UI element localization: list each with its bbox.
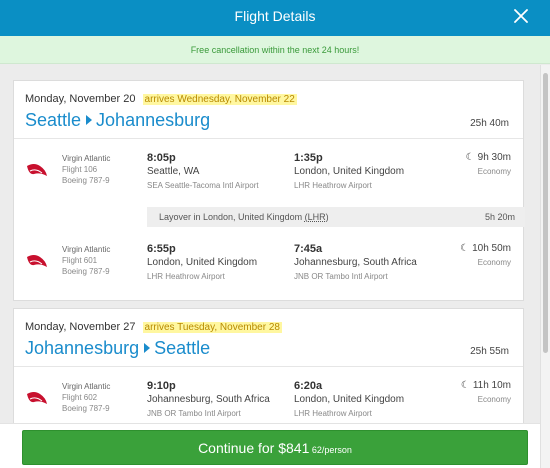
trip-total-duration: 25h 40m [470, 118, 509, 129]
arrival-place: Johannesburg, South Africa [294, 257, 417, 268]
layover-text: Layover in London, United Kingdom [159, 212, 303, 222]
trip-total-duration: 25h 55m [470, 346, 509, 357]
airline-info: Virgin Atlantic Flight 601 Boeing 787-9 [62, 244, 110, 277]
divider [14, 366, 523, 367]
modal-title: Flight Details [234, 8, 316, 24]
leg-duration: 9h 30m [477, 152, 511, 163]
route-destination: Seattle [154, 338, 211, 358]
arrival-block: 6:20a London, United Kingdom LHR Heathro… [294, 379, 444, 421]
total-price: $841 [278, 440, 310, 456]
trip-date: Monday, November 27 arrives Tuesday, Nov… [25, 321, 282, 333]
close-icon [514, 9, 528, 23]
flight-number: Flight 106 [62, 165, 98, 174]
itinerary-scroll-area[interactable]: Monday, November 20 arrives Wednesday, N… [0, 65, 540, 468]
departure-place: London, United Kingdom [147, 257, 258, 268]
flight-number: Flight 602 [62, 393, 98, 402]
departure-block: 8:05p Seattle, WA SEA Seattle-Tacoma Int… [147, 151, 287, 193]
airline-info: Virgin Atlantic Flight 106 Boeing 787-9 [62, 153, 110, 186]
continue-label: Continue for [198, 440, 279, 456]
leg-duration-block: ☾ 10h 50m Economy [460, 242, 511, 270]
departure-time: 9:10p [147, 380, 176, 392]
departure-date: Monday, November 20 [25, 93, 136, 105]
departure-date: Monday, November 27 [25, 321, 136, 333]
arrival-airport: JNB OR Tambo Intl Airport [294, 272, 388, 281]
airline-name: Virgin Atlantic [62, 245, 111, 254]
modal-header: Flight Details [0, 0, 550, 36]
leg-duration-block: ☾ 11h 10m Economy [461, 379, 511, 407]
departure-airport: JNB OR Tambo Intl Airport [147, 409, 241, 418]
virgin-atlantic-logo-icon [27, 255, 47, 267]
scrollbar[interactable] [540, 65, 550, 468]
route-arrow-icon [144, 343, 151, 353]
arrival-time: 1:35p [294, 152, 323, 164]
arrival-note: arrives Tuesday, November 28 [142, 322, 282, 333]
trip-date: Monday, November 20 arrives Wednesday, N… [25, 93, 297, 105]
scrollbar-thumb[interactable] [543, 73, 548, 353]
layover-airport-code[interactable]: (LHR) [305, 212, 329, 222]
virgin-atlantic-logo-icon [27, 164, 47, 176]
aircraft-type: Boeing 787-9 [62, 404, 110, 413]
close-button[interactable] [494, 0, 550, 36]
aircraft-type: Boeing 787-9 [62, 176, 110, 185]
flight-leg: Virgin Atlantic Flight 106 Boeing 787-9 … [14, 149, 525, 199]
airline-name: Virgin Atlantic [62, 154, 111, 163]
departure-time: 6:55p [147, 243, 176, 255]
airline-info: Virgin Atlantic Flight 602 Boeing 787-9 [62, 381, 110, 414]
overnight-moon-icon: ☾ [465, 152, 475, 163]
overnight-moon-icon: ☾ [460, 243, 470, 254]
trip-route: Seattle Johannesburg [25, 110, 210, 131]
arrival-airport: LHR Heathrow Airport [294, 181, 372, 190]
leg-duration: 10h 50m [472, 243, 511, 254]
route-arrow-icon [86, 115, 93, 125]
trip-card-outbound: Monday, November 20 arrives Wednesday, N… [13, 80, 525, 301]
cabin-class: Economy [477, 395, 511, 404]
route-origin: Seattle [25, 110, 82, 130]
arrival-block: 7:45a Johannesburg, South Africa JNB OR … [294, 242, 444, 284]
trip-route: Johannesburg Seattle [25, 338, 210, 359]
arrival-note: arrives Wednesday, November 22 [142, 94, 297, 105]
departure-block: 6:55p London, United Kingdom LHR Heathro… [147, 242, 287, 284]
cancellation-notice: Free cancellation within the next 24 hou… [0, 36, 550, 64]
flight-leg: Virgin Atlantic Flight 602 Boeing 787-9 … [14, 377, 525, 427]
cabin-class: Economy [477, 167, 511, 176]
arrival-place: London, United Kingdom [294, 166, 405, 177]
aircraft-type: Boeing 787-9 [62, 267, 110, 276]
layover-duration: 5h 20m [484, 212, 515, 222]
departure-airport: LHR Heathrow Airport [147, 272, 225, 281]
overnight-moon-icon: ☾ [460, 380, 470, 391]
arrival-block: 1:35p London, United Kingdom LHR Heathro… [294, 151, 444, 193]
departure-place: Seattle, WA [147, 166, 200, 177]
departure-place: Johannesburg, South Africa [147, 394, 270, 405]
divider [14, 138, 523, 139]
leg-duration-block: ☾ 9h 30m Economy [466, 151, 511, 179]
modal-footer: Continue for $841 62/person [0, 423, 540, 468]
departure-airport: SEA Seattle-Tacoma Intl Airport [147, 181, 259, 190]
departure-time: 8:05p [147, 152, 176, 164]
arrival-time: 7:45a [294, 243, 323, 255]
cabin-class: Economy [477, 258, 511, 267]
flight-number: Flight 601 [62, 256, 98, 265]
arrival-airport: LHR Heathrow Airport [294, 409, 372, 418]
arrival-place: London, United Kingdom [294, 394, 405, 405]
departure-block: 9:10p Johannesburg, South Africa JNB OR … [147, 379, 287, 421]
continue-button[interactable]: Continue for $841 62/person [22, 430, 528, 465]
flight-leg: Virgin Atlantic Flight 601 Boeing 787-9 … [14, 240, 525, 290]
route-destination: Johannesburg [96, 110, 211, 130]
layover-bar: Layover in London, United Kingdom (LHR) … [147, 207, 525, 227]
airline-name: Virgin Atlantic [62, 382, 111, 391]
route-origin: Johannesburg [25, 338, 140, 358]
leg-duration: 11h 10m [472, 380, 511, 391]
arrival-time: 6:20a [294, 380, 323, 392]
virgin-atlantic-logo-icon [27, 392, 47, 404]
per-person-price: 62/person [309, 445, 352, 455]
